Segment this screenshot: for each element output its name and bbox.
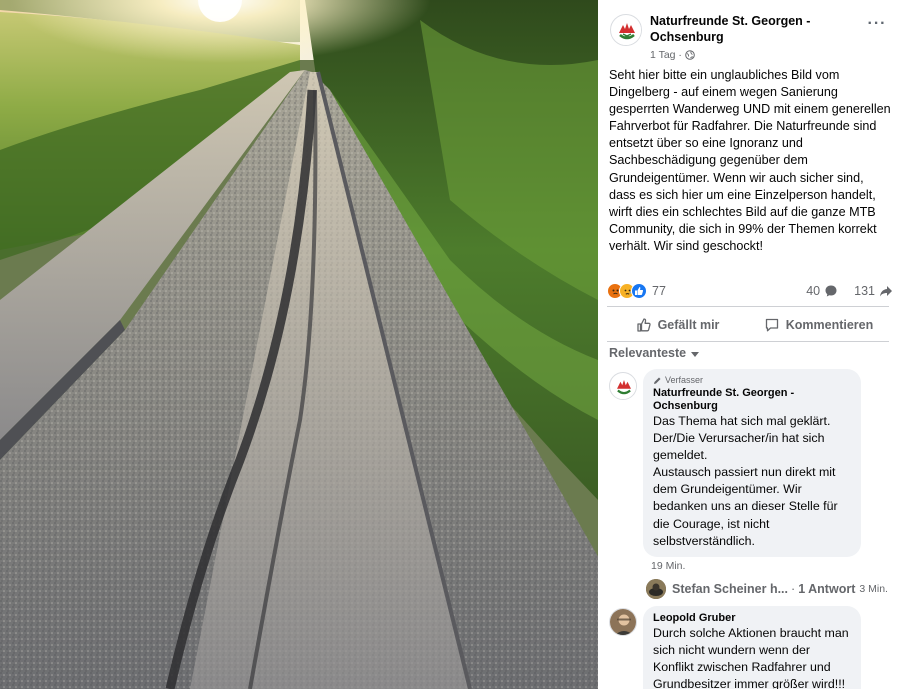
comment-author[interactable]: Naturfreunde St. Georgen - Ochsenburg [653, 387, 851, 413]
comment-bubble: Verfasser Naturfreunde St. Georgen - Och… [643, 369, 861, 557]
divider [607, 306, 889, 307]
comment-count[interactable]: 40 [806, 284, 820, 298]
reaction-count[interactable]: 77 [652, 284, 666, 298]
author-badge-label: Verfasser [665, 375, 704, 385]
reactions-row: 77 40 131 [607, 281, 893, 301]
reply-count[interactable]: 1 Antwort [798, 582, 855, 596]
comment-avatar[interactable] [609, 372, 637, 400]
replies-link[interactable]: Stefan Scheiner h... · 1 Antwort 3 Min. [646, 578, 896, 600]
post-time[interactable]: 1 Tag · [650, 49, 682, 61]
like-reaction-icon [631, 283, 647, 299]
naturfreunde-logo-icon [610, 373, 636, 399]
divider [607, 341, 889, 342]
reaction-icons[interactable] [607, 283, 647, 299]
sort-label: Relevanteste [609, 346, 687, 360]
author-badge: Verfasser [653, 375, 851, 385]
reply-author[interactable]: Stefan Scheiner h... [672, 582, 788, 596]
page-name[interactable]: Naturfreunde St. Georgen - Ochsenburg [650, 13, 850, 45]
reply-avatar [646, 579, 666, 599]
user-avatar-icon [610, 609, 636, 635]
action-bar: Gefällt mir Kommentieren [607, 311, 889, 339]
share-count[interactable]: 131 [854, 284, 875, 298]
comment-button[interactable]: Kommentieren [748, 311, 889, 339]
post-meta: 1 Tag · [650, 49, 695, 61]
comment-text-line: Das Thema hat sich mal geklärt. [653, 414, 831, 428]
photo-dirt-path-with-tire-tracks [0, 0, 598, 689]
comment-bubble: Leopold Gruber Durch solche Aktionen bra… [643, 606, 861, 689]
comment-button-label: Kommentieren [785, 318, 874, 332]
engagement-counts: 40 131 [806, 284, 893, 298]
pencil-icon [654, 377, 661, 384]
globe-icon [685, 50, 695, 60]
comment-avatar[interactable] [609, 608, 637, 636]
comment-time[interactable]: 19 Min. [651, 560, 685, 572]
reply-time: 3 Min. [859, 583, 888, 595]
comment-bubble-icon [825, 285, 837, 297]
more-icon[interactable]: ··· [866, 16, 888, 34]
naturfreunde-logo-icon [612, 16, 641, 45]
comment-author[interactable]: Leopold Gruber [653, 612, 851, 625]
comment-text: Durch solche Aktionen braucht man sich n… [653, 626, 849, 689]
like-button-label: Gefällt mir [657, 318, 720, 332]
chevron-down-icon [691, 351, 700, 357]
post-panel: Naturfreunde St. Georgen - Ochsenburg 1 … [598, 0, 900, 689]
post-text: Seht hier bitte ein unglaubliches Bild v… [609, 68, 891, 253]
post-header: Naturfreunde St. Georgen - Ochsenburg 1 … [598, 8, 900, 68]
thumbs-up-icon [636, 318, 651, 332]
reply-separator: · [791, 582, 796, 596]
page-avatar[interactable] [610, 14, 642, 46]
post-photo[interactable] [0, 0, 598, 689]
comment-sort-dropdown[interactable]: Relevanteste [609, 346, 700, 360]
comment-icon [765, 318, 778, 332]
share-arrow-icon [880, 286, 892, 297]
like-button[interactable]: Gefällt mir [607, 311, 748, 339]
comment-text-line: Austausch passiert nun direkt mit dem Gr… [653, 465, 838, 548]
comment-text-line: Der/Die Verursacher/in hat sich gemeldet… [653, 431, 825, 463]
